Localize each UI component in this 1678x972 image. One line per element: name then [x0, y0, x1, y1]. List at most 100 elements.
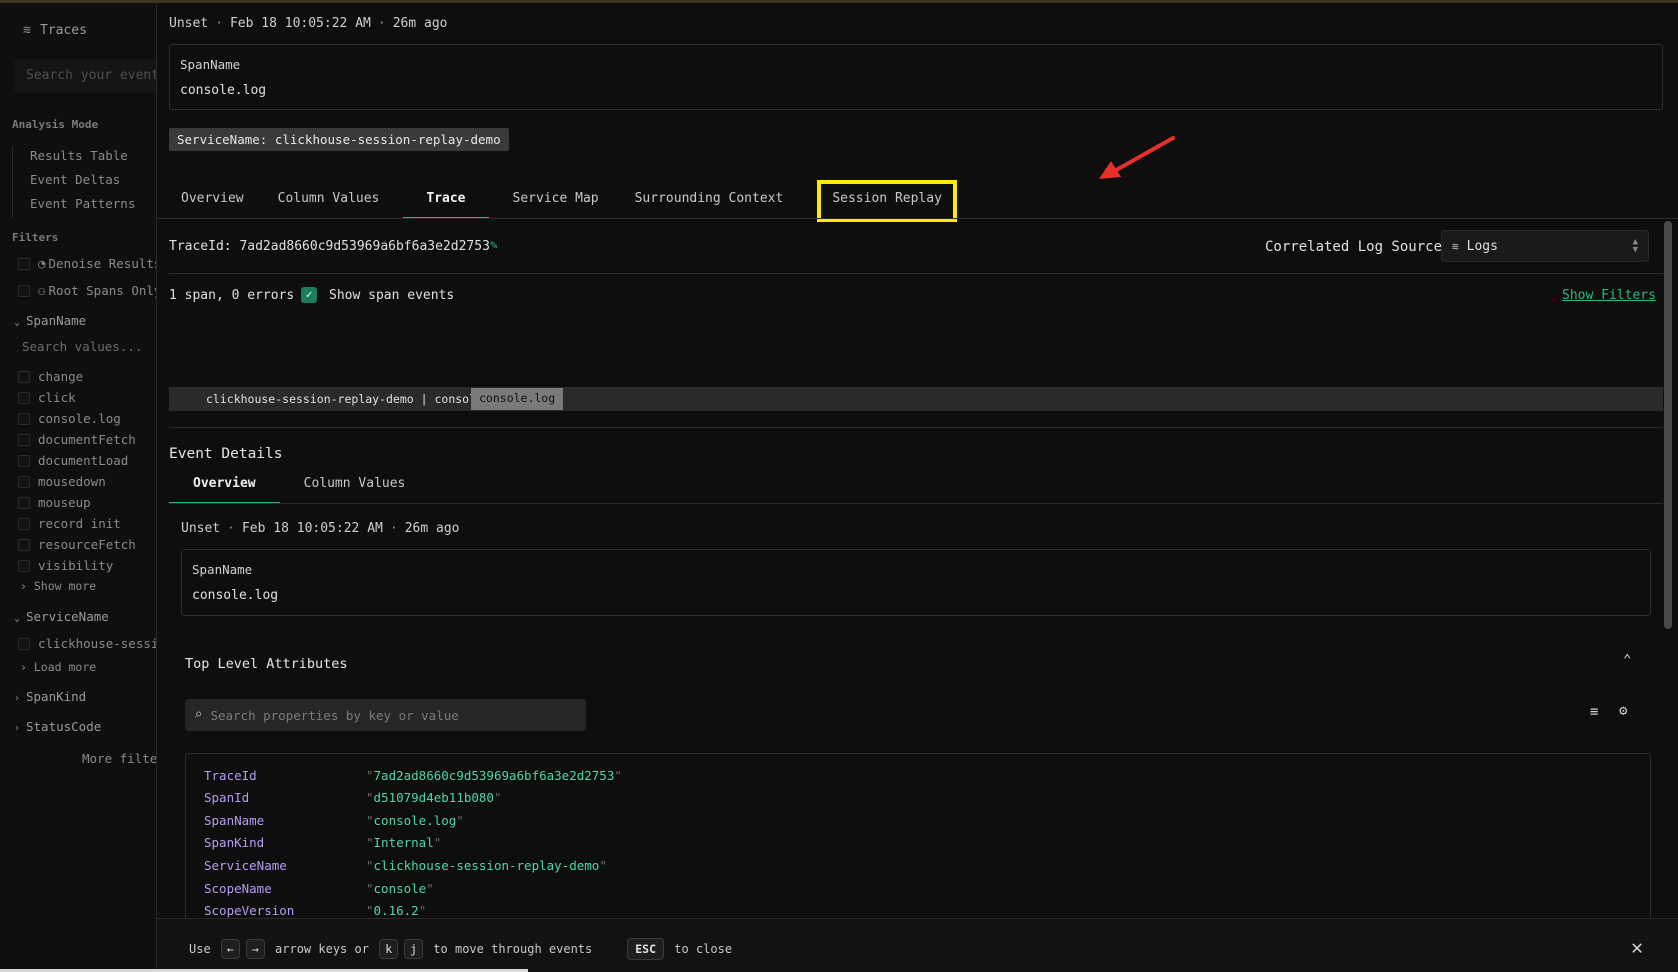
- event-details-title: Event Details: [169, 446, 283, 462]
- checkbox[interactable]: [18, 637, 30, 650]
- checkbox[interactable]: [18, 391, 30, 404]
- root-spans-toggle[interactable]: ⚇ Root Spans Only: [18, 283, 157, 298]
- search-icon: ⌕: [194, 707, 203, 723]
- top-level-attributes-title: Top Level Attributes: [185, 656, 348, 672]
- servicename-group-header[interactable]: ⌄ ServiceName: [14, 609, 109, 624]
- tab-column-values[interactable]: Column Values: [266, 183, 392, 219]
- correlated-log-source-label: Correlated Log Source: [1265, 239, 1443, 255]
- event-meta: Unset · Feb 18 10:05:22 AM · 26m ago: [181, 521, 460, 536]
- timestamp: Feb 18 10:05:22 AM: [229, 16, 371, 31]
- attr-row[interactable]: ScopeName " console ": [204, 881, 434, 903]
- show-more-link[interactable]: › Show more: [20, 579, 96, 593]
- edit-pencil-icon[interactable]: ✎: [490, 238, 498, 253]
- attr-row[interactable]: ServiceName " clickhouse-session-replay-de…: [204, 858, 607, 880]
- attr-row[interactable]: TraceId " 7ad2ad8660c9d53969a6bf6a3e2d2753…: [204, 768, 622, 790]
- tab-overview[interactable]: Overview: [169, 183, 256, 219]
- key-j: j: [404, 939, 424, 959]
- filter-value-record-init[interactable]: record init: [18, 516, 121, 531]
- tab-surrounding-context[interactable]: Surrounding Context: [623, 183, 796, 219]
- trace-waterfall-row[interactable]: clickhouse-session-replay-demo | console…: [169, 387, 1663, 411]
- attr-value: clickhouse-session-replay-demo: [373, 858, 600, 873]
- attr-key: ScopeName: [204, 881, 272, 896]
- event-tabs-divider: [169, 503, 1663, 504]
- status-text: Unset: [169, 16, 209, 31]
- checkbox[interactable]: [18, 284, 30, 297]
- attr-value: Internal: [373, 835, 434, 850]
- sidebar-title[interactable]: ≋ Traces: [23, 23, 87, 38]
- span-name-card: SpanName console.log: [169, 44, 1663, 110]
- checkbox[interactable]: [18, 370, 30, 383]
- load-more-link[interactable]: › Load more: [20, 660, 96, 674]
- tab-service-map[interactable]: Service Map: [501, 183, 611, 219]
- search-values-input[interactable]: Search values...: [22, 339, 142, 354]
- close-icon[interactable]: ✕: [1631, 935, 1643, 959]
- attr-row[interactable]: SpanName " console.log ": [204, 813, 464, 835]
- field-key: SpanName: [180, 57, 241, 72]
- spanname-group-header[interactable]: ⌄ SpanName: [14, 313, 86, 328]
- checkbox[interactable]: [18, 433, 30, 446]
- tree-icon: ⚇: [38, 283, 46, 298]
- chevron-updown-icon: ▲ ▼: [1632, 237, 1638, 255]
- attr-key: SpanName: [204, 813, 265, 828]
- tab-trace[interactable]: Trace: [403, 183, 489, 219]
- filter-value-document-fetch[interactable]: documentFetch: [18, 432, 136, 447]
- mode-event-patterns[interactable]: Event Patterns: [13, 194, 135, 218]
- checkbox[interactable]: [18, 538, 30, 551]
- chevron-right-icon: ›: [20, 579, 27, 593]
- relative-time: 26m ago: [392, 16, 448, 31]
- event-details-tabs: Overview Column Values: [169, 468, 429, 504]
- wrap-text-icon[interactable]: ≡: [1590, 704, 1598, 720]
- sidebar: ≋ Traces Search your events Analysis Mode…: [0, 0, 157, 972]
- checkbox[interactable]: [18, 475, 30, 488]
- event-search-input[interactable]: Search your events: [14, 59, 157, 93]
- event-field-value: console.log: [192, 588, 279, 603]
- key-left-arrow: ←: [220, 939, 240, 959]
- filter-value-mouseup[interactable]: mouseup: [18, 495, 91, 510]
- filter-value-click[interactable]: click: [18, 390, 76, 405]
- analysis-mode-label: Analysis Mode: [12, 118, 99, 131]
- checkbox[interactable]: [18, 496, 30, 509]
- hint-text: to move through events: [433, 942, 593, 956]
- gear-icon[interactable]: ⚙: [1619, 703, 1627, 719]
- denoise-toggle[interactable]: ◔ Denoise Results: [18, 256, 157, 271]
- key-esc: ESC: [627, 938, 665, 960]
- checkbox[interactable]: [18, 559, 30, 572]
- service-name-chip[interactable]: ServiceName: clickhouse-session-replay-d…: [169, 128, 509, 151]
- show-span-events-checkbox[interactable]: ✓: [301, 287, 317, 303]
- statuscode-group-header[interactable]: › StatusCode: [14, 719, 101, 734]
- filter-value-mousedown[interactable]: mousedown: [18, 474, 106, 489]
- checkbox[interactable]: [18, 517, 30, 530]
- filter-value-change[interactable]: change: [18, 369, 83, 384]
- show-filters-link[interactable]: Show Filters: [1562, 288, 1656, 303]
- more-filters-button[interactable]: More filters: [82, 751, 157, 766]
- properties-search-input[interactable]: [210, 707, 551, 723]
- layers-icon: ≋: [1452, 239, 1459, 253]
- mode-results-table[interactable]: Results Table: [13, 146, 135, 170]
- hint-text: to close: [674, 942, 733, 956]
- attr-row[interactable]: SpanId " d51079d4eb11b080 ": [204, 790, 501, 812]
- filter-value-resource-fetch[interactable]: resourceFetch: [18, 537, 136, 552]
- tabs-divider: [157, 218, 1678, 219]
- field-value: console.log: [180, 83, 267, 98]
- waterfall-span-bar[interactable]: console.log: [471, 388, 564, 410]
- spankind-group-header[interactable]: › SpanKind: [14, 689, 86, 704]
- log-source-select[interactable]: ≋ Logs ▲ ▼: [1441, 230, 1649, 262]
- chevron-up-icon[interactable]: ⌃: [1623, 652, 1631, 668]
- filter-value-visibility[interactable]: visibility: [18, 558, 113, 573]
- checkbox[interactable]: [18, 257, 30, 270]
- mode-event-deltas[interactable]: Event Deltas: [13, 170, 135, 194]
- attr-value: d51079d4eb11b080: [373, 790, 494, 805]
- chevron-right-icon: ›: [14, 723, 21, 734]
- tab-event-overview[interactable]: Overview: [169, 468, 280, 504]
- filter-value-service[interactable]: clickhouse-session-replay-demo: [18, 636, 157, 651]
- checkbox[interactable]: [18, 454, 30, 467]
- attr-row[interactable]: SpanKind " Internal ": [204, 835, 441, 857]
- filter-value-document-load[interactable]: documentLoad: [18, 453, 128, 468]
- tab-session-replay[interactable]: Session Replay: [817, 180, 957, 222]
- checkbox[interactable]: [18, 412, 30, 425]
- drawer-scrollbar[interactable]: [1664, 221, 1672, 629]
- filter-value-console-log[interactable]: console.log: [18, 411, 121, 426]
- properties-search[interactable]: ⌕: [185, 699, 586, 731]
- tab-event-column-values[interactable]: Column Values: [280, 468, 430, 504]
- attr-value: 7ad2ad8660c9d53969a6bf6a3e2d2753: [373, 768, 615, 783]
